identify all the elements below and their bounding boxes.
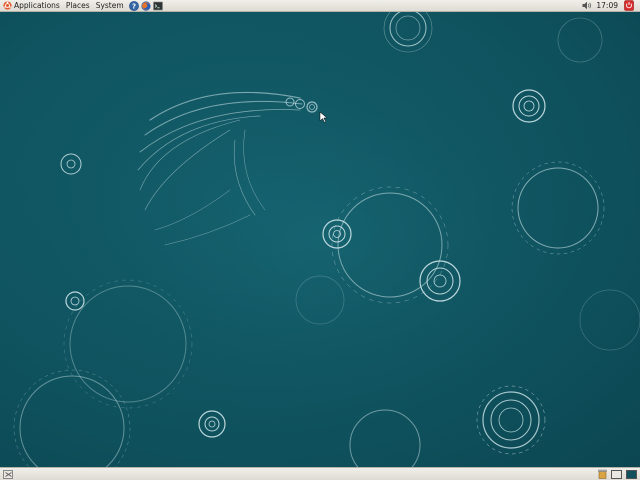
- shutdown-icon: [624, 0, 634, 11]
- svg-text:?: ?: [132, 2, 136, 10]
- trash-button[interactable]: [598, 469, 607, 479]
- bottom-panel-right: [598, 469, 640, 479]
- firefox-icon: [141, 0, 151, 11]
- help-launcher[interactable]: ?: [128, 0, 139, 11]
- trash-icon: [598, 469, 607, 479]
- places-menu[interactable]: Places: [63, 0, 93, 12]
- show-desktop-button[interactable]: [3, 469, 13, 479]
- terminal-launcher[interactable]: [152, 1, 163, 11]
- workspace-1[interactable]: [611, 469, 622, 479]
- terminal-icon: [152, 1, 163, 10]
- firefox-launcher[interactable]: [141, 0, 151, 11]
- applications-menu[interactable]: Applications: [0, 0, 63, 12]
- help-icon: ?: [128, 0, 139, 11]
- top-panel: Applications Places System ? 17:09: [0, 0, 640, 12]
- bottom-panel: [0, 467, 640, 480]
- workspace-2[interactable]: [626, 469, 637, 479]
- ripple-wallpaper: [0, 12, 640, 467]
- shutdown-button[interactable]: [624, 0, 634, 11]
- desktop[interactable]: [0, 12, 640, 467]
- applications-label: Applications: [14, 0, 60, 10]
- ubuntu-logo-icon: [3, 1, 12, 10]
- volume-icon: [582, 1, 592, 10]
- system-tray: 17:09: [582, 0, 640, 12]
- clock[interactable]: 17:09: [596, 1, 618, 10]
- volume-button[interactable]: [582, 1, 592, 10]
- show-desktop-icon: [4, 471, 12, 477]
- system-menu[interactable]: System: [93, 0, 127, 12]
